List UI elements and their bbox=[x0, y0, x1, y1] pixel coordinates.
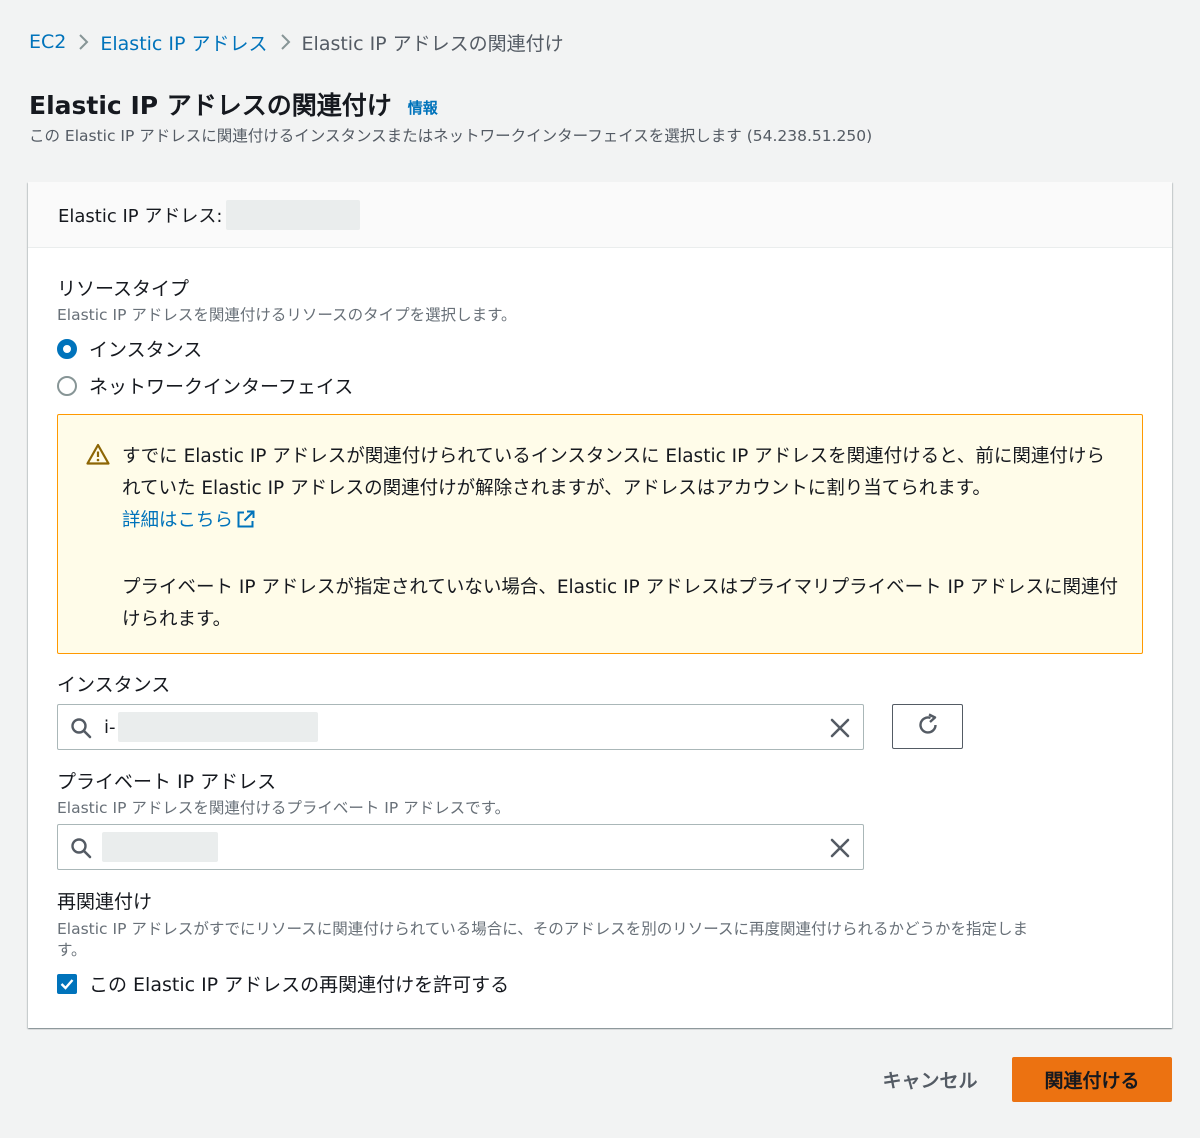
breadcrumb-ec2[interactable]: EC2 bbox=[29, 31, 66, 53]
close-icon[interactable] bbox=[829, 717, 851, 743]
radio-instance[interactable]: インスタンス bbox=[57, 335, 202, 362]
elastic-ip-label: Elastic IP アドレス: bbox=[58, 205, 223, 227]
instance-label: インスタンス bbox=[57, 674, 171, 696]
cancel-button[interactable]: キャンセル bbox=[862, 1057, 998, 1101]
chevron-right-icon bbox=[66, 33, 100, 51]
page-description: この Elastic IP アドレスに関連付けるインスタンスまたはネットワークイ… bbox=[29, 127, 873, 145]
association-form-container: Elastic IP アドレス: リソースタイプ Elastic IP アドレス… bbox=[28, 182, 1172, 1028]
external-link-icon[interactable] bbox=[236, 508, 255, 540]
breadcrumb-current: Elastic IP アドレスの関連付け bbox=[301, 32, 564, 55]
warning-alert: すでに Elastic IP アドレスが関連付けられているインスタンスに Ela… bbox=[57, 414, 1143, 654]
private-ip-label: プライベート IP アドレス bbox=[57, 771, 277, 793]
container-header: Elastic IP アドレス: bbox=[28, 182, 1172, 248]
instance-id-prefix: i- bbox=[104, 716, 116, 738]
reassociation-description-line2: す。 bbox=[57, 941, 87, 959]
info-link[interactable]: 情報 bbox=[408, 97, 438, 118]
private-ip-input-value[interactable] bbox=[102, 832, 218, 862]
resource-type-label: リソースタイプ bbox=[57, 278, 190, 300]
close-icon[interactable] bbox=[829, 837, 851, 863]
private-ip-redacted bbox=[102, 832, 218, 862]
page-header: Elastic IP アドレスの関連付け 情報 bbox=[29, 86, 438, 122]
breadcrumb-elastic-ip[interactable]: Elastic IP アドレス bbox=[100, 29, 267, 56]
search-icon bbox=[70, 717, 92, 743]
resource-type-description: Elastic IP アドレスを関連付けるリソースのタイプを選択します。 bbox=[57, 306, 517, 324]
radio-instance-label: インスタンス bbox=[89, 339, 203, 361]
search-icon bbox=[70, 837, 92, 863]
warning-icon bbox=[86, 443, 110, 469]
private-ip-description: Elastic IP アドレスを関連付けるプライベート IP アドレスです。 bbox=[57, 799, 511, 817]
associate-button[interactable]: 関連付ける bbox=[1012, 1057, 1172, 1102]
radio-network-interface-label: ネットワークインターフェイス bbox=[89, 376, 354, 398]
reassociation-description-line1: Elastic IP アドレスがすでにリソースに関連付けられている場合に、そのア… bbox=[57, 920, 1029, 938]
alert-message-2: プライベート IP アドレスが指定されていない場合、Elastic IP アドレ… bbox=[122, 577, 1118, 630]
elastic-ip-value-redacted bbox=[226, 199, 361, 230]
instance-input-value[interactable]: i- bbox=[104, 712, 318, 742]
learn-more-link[interactable]: 詳細はこちら bbox=[122, 510, 233, 531]
refresh-button[interactable] bbox=[892, 704, 963, 749]
alert-text: すでに Elastic IP アドレスが関連付けられているインスタンスに Ela… bbox=[122, 441, 1122, 636]
alert-message-1: すでに Elastic IP アドレスが関連付けられているインスタンスに Ela… bbox=[122, 441, 1122, 505]
refresh-icon bbox=[916, 713, 940, 740]
instance-id-redacted bbox=[117, 712, 318, 742]
allow-reassociation-label: この Elastic IP アドレスの再関連付けを許可する bbox=[89, 974, 510, 996]
alert-learn-more: 詳細はこちら bbox=[122, 505, 1122, 540]
allow-reassociation-checkbox[interactable]: この Elastic IP アドレスの再関連付けを許可する bbox=[57, 970, 509, 997]
instance-search-input[interactable]: i- bbox=[57, 704, 864, 750]
chevron-right-icon bbox=[268, 33, 302, 51]
radio-network-interface-button[interactable] bbox=[57, 375, 77, 396]
private-ip-search-input[interactable] bbox=[57, 824, 864, 870]
breadcrumb: EC2 Elastic IP アドレス Elastic IP アドレスの関連付け bbox=[29, 28, 564, 56]
radio-instance-button[interactable] bbox=[57, 338, 77, 359]
page-title: Elastic IP アドレスの関連付け bbox=[29, 91, 392, 120]
checkbox-checked-icon[interactable] bbox=[57, 973, 77, 994]
reassociation-label: 再関連付け bbox=[57, 891, 153, 913]
alert-body-1: すでに Elastic IP アドレスが関連付けられているインスタンスに Ela… bbox=[122, 446, 1105, 499]
radio-network-interface[interactable]: ネットワークインターフェイス bbox=[57, 372, 353, 399]
